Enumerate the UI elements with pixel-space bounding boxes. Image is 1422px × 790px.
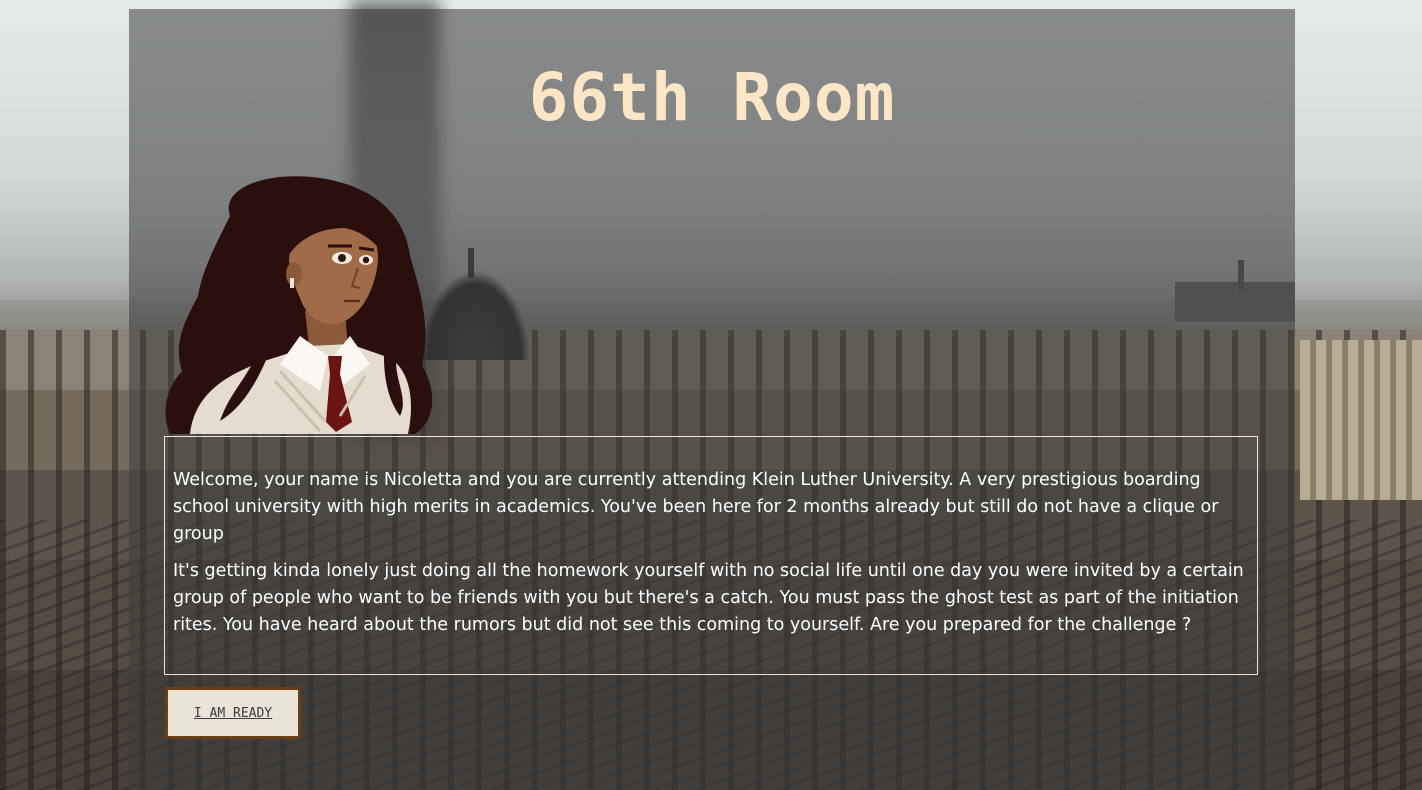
ready-button[interactable]: I AM READY — [165, 687, 301, 739]
right-brow — [358, 246, 375, 252]
story-paragraph-1: Welcome, your name is Nicoletta and you … — [173, 470, 1219, 544]
right-pupil — [362, 256, 370, 264]
game-title: 66th Room — [528, 59, 896, 136]
left-pupil — [338, 254, 346, 262]
right-building — [1300, 340, 1422, 500]
earring — [290, 278, 294, 288]
story-box: Welcome, your name is Nicoletta and you … — [164, 436, 1258, 675]
story-paragraph-2: It's getting kinda lonely just doing all… — [173, 561, 1244, 635]
character-portrait — [165, 176, 433, 434]
